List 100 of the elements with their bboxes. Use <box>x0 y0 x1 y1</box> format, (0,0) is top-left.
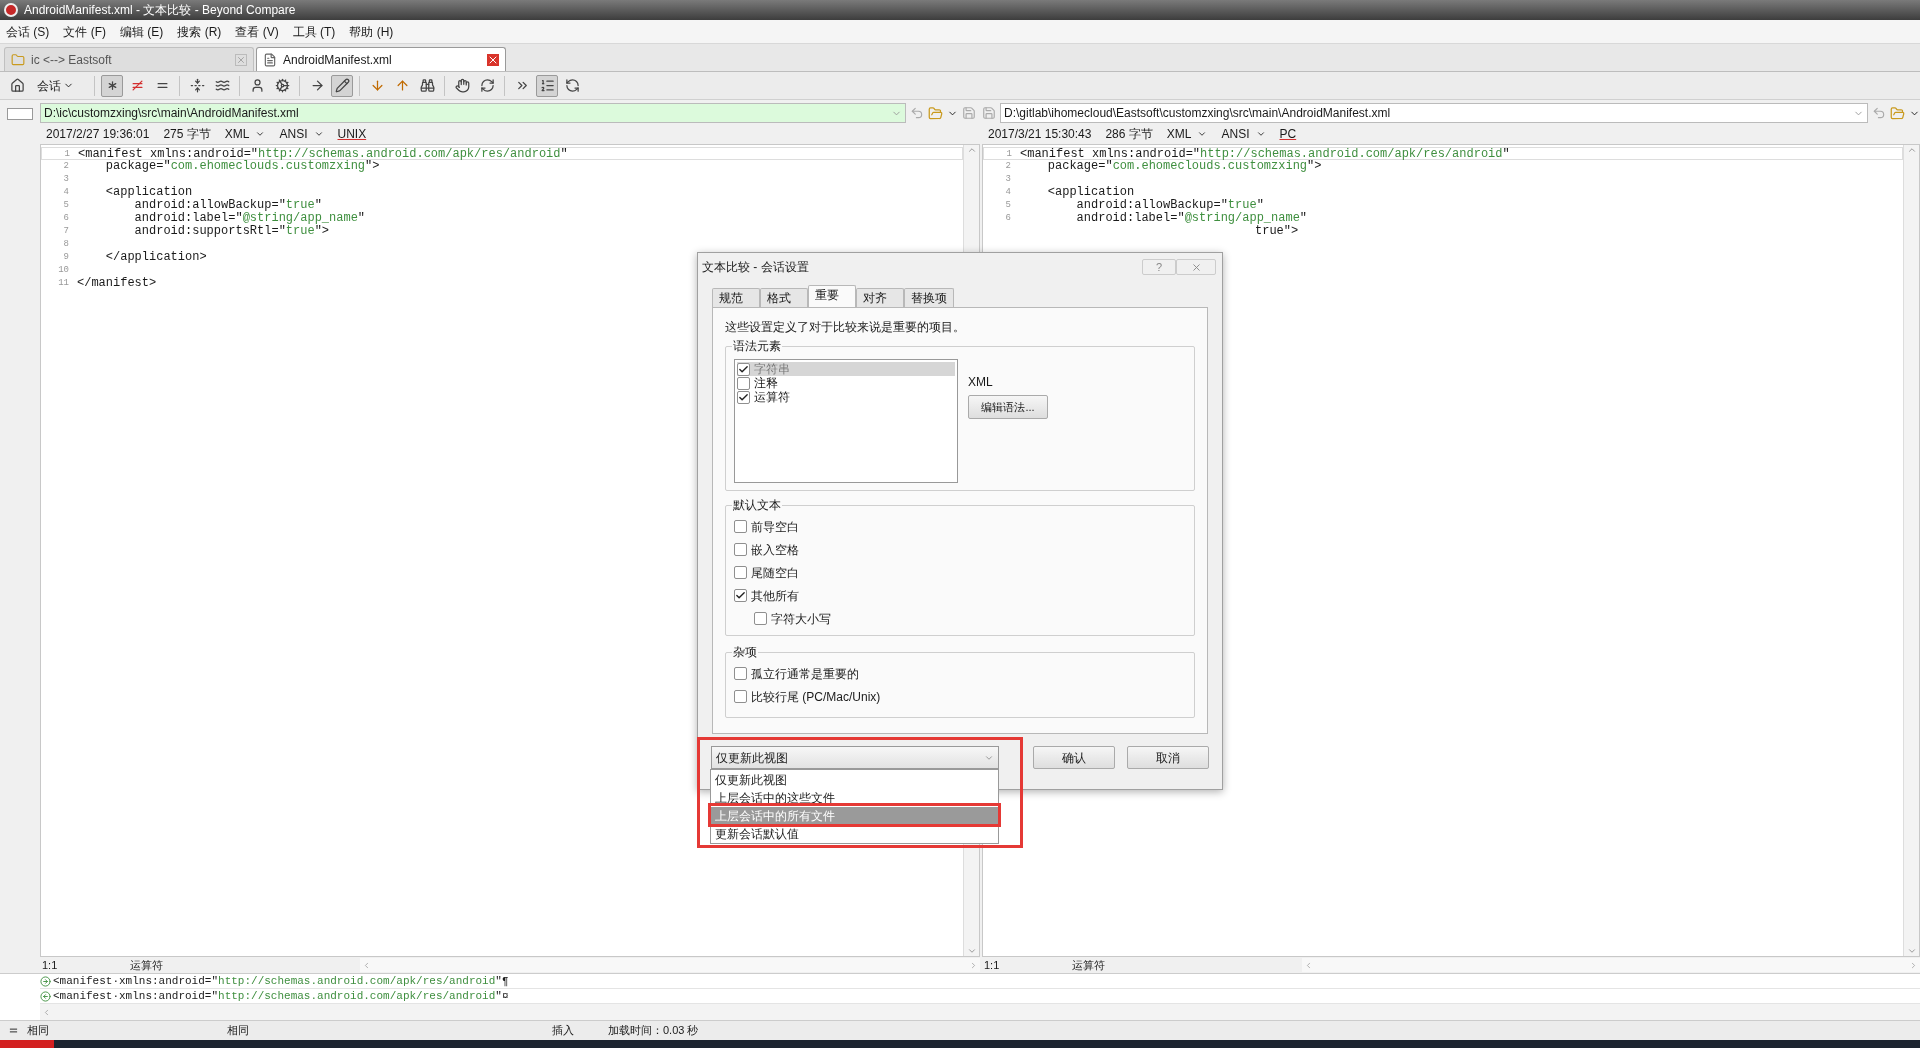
code-line: android:supportsRtl="true"> <box>133 225 330 238</box>
menu-item[interactable]: 编辑 (E) <box>120 22 164 41</box>
scroll-down-icon[interactable] <box>966 946 977 956</box>
code-line: package="com.ehomeclouds.customzxing"> <box>104 160 380 173</box>
checkbox[interactable] <box>737 362 750 376</box>
dialog-tab[interactable]: 规范 <box>712 288 760 307</box>
line-number: 4 <box>1004 186 1012 199</box>
scroll-up-icon[interactable] <box>1906 145 1917 155</box>
horizontal-scrollbar[interactable] <box>1302 958 1920 972</box>
checkbox[interactable] <box>734 690 747 703</box>
numbered-list-icon[interactable] <box>536 74 558 97</box>
pencil-icon[interactable] <box>331 74 353 97</box>
dialog-title: 文本比较 - 会话设置 <box>702 259 810 276</box>
line-number: 10 <box>57 264 70 277</box>
line-number: 8 <box>62 238 70 251</box>
horizontal-scrollbar[interactable] <box>360 958 980 972</box>
checkbox[interactable] <box>754 612 767 625</box>
document-tab[interactable]: ic <--> Eastsoft <box>4 47 254 71</box>
dialog-tab[interactable]: 格式 <box>760 288 808 307</box>
caret-icon <box>1197 129 1208 139</box>
arrow-right-icon <box>40 975 51 987</box>
path-field[interactable]: D:\gitlab\ihomecloud\Eastsoft\customzxing\src\main\AndroidManifest.xml <box>1000 103 1868 123</box>
path-field[interactable]: D:\ic\customzxing\src\main\AndroidManifest.xml <box>40 103 906 123</box>
checkbox[interactable] <box>737 390 750 404</box>
menu-item[interactable]: 搜索 (R) <box>177 22 222 41</box>
file-date: 2017/2/27 19:36:01 <box>46 126 150 143</box>
edit-grammar-button[interactable]: 编辑语法... <box>968 395 1048 419</box>
line-number: 5 <box>1004 199 1012 212</box>
scroll-right-icon[interactable] <box>969 960 978 970</box>
horizontal-scrollbar[interactable] <box>40 1004 1920 1020</box>
folder-icon[interactable] <box>1890 105 1905 121</box>
format-dropdown[interactable]: XML <box>224 125 266 143</box>
scroll-down-icon[interactable] <box>1906 946 1917 956</box>
window-title: AndroidManifest.xml - 文本比较 - Beyond Compare <box>24 2 296 19</box>
menu-item[interactable]: 文件 (F) <box>63 22 106 41</box>
vertical-scrollbar[interactable] <box>1903 145 1919 956</box>
start-button[interactable] <box>0 1040 54 1048</box>
save-icon[interactable] <box>962 106 976 120</box>
line-ending[interactable]: UNIX <box>337 125 367 143</box>
undo-icon[interactable] <box>1872 106 1886 120</box>
line-number: 6 <box>62 212 70 225</box>
session-menu-button[interactable]: 会话 <box>31 74 80 97</box>
menu-item[interactable]: 会话 (S) <box>6 22 50 41</box>
caret-icon <box>313 129 324 139</box>
status-result: 相同 <box>227 1023 250 1039</box>
checkbox[interactable] <box>737 376 750 390</box>
line-number: 7 <box>62 225 70 238</box>
dropdown-option[interactable]: 上层会话中的这些文件 <box>711 789 998 807</box>
status-result: 相同 <box>27 1023 50 1039</box>
checkbox[interactable] <box>734 520 747 533</box>
option-label: 比较行尾 (PC/Mac/Unix) <box>751 688 881 706</box>
close-icon[interactable] <box>487 53 499 66</box>
encoding-dropdown[interactable]: ANSI <box>279 125 324 143</box>
document-icon <box>263 52 277 67</box>
menu-item[interactable]: 查看 (V) <box>235 22 279 41</box>
file-date: 2017/3/21 15:30:43 <box>988 126 1092 143</box>
view-toggle-icon[interactable] <box>7 108 33 120</box>
list-item[interactable]: 运算符 <box>737 390 955 404</box>
description-text: 这些设置定义了对于比较来说是重要的项目。 <box>725 319 966 336</box>
asterisk-icon[interactable] <box>101 74 123 97</box>
document-tab[interactable]: AndroidManifest.xml <box>256 47 506 71</box>
close-icon <box>1190 261 1202 273</box>
scroll-left-icon[interactable] <box>1304 960 1313 970</box>
checkbox[interactable] <box>734 543 747 556</box>
token-type: 运算符 <box>130 957 164 973</box>
line-number: 9 <box>62 251 70 264</box>
checkbox[interactable] <box>734 667 747 680</box>
dialog-tab[interactable]: 重要 <box>808 285 856 307</box>
token-type: 运算符 <box>1072 957 1106 973</box>
code-line: </manifest> <box>77 277 157 290</box>
file-size: 275 字节 <box>163 126 211 143</box>
line-ending[interactable]: PC <box>1279 125 1297 143</box>
scroll-left-icon[interactable] <box>42 1007 51 1017</box>
folder-icon <box>11 52 25 67</box>
line-number: 6 <box>1004 212 1012 225</box>
ok-button[interactable]: 确认 <box>1033 746 1115 769</box>
scroll-left-icon[interactable] <box>362 960 371 970</box>
line-number: 5 <box>62 199 70 212</box>
code-line: android:allowBackup="true" <box>133 199 322 212</box>
dropdown-option[interactable]: 仅更新此视图 <box>711 771 998 789</box>
dropdown-option[interactable]: 更新会话默认值 <box>711 825 998 843</box>
save-icon[interactable] <box>982 106 996 120</box>
checkbox[interactable] <box>734 589 747 602</box>
menu-item[interactable]: 工具 (T) <box>292 22 336 41</box>
code-line: android:label="@string/app_name" <box>133 212 366 225</box>
undo-icon[interactable] <box>910 106 924 120</box>
line-number: 1 <box>63 148 71 159</box>
cancel-button[interactable]: 取消 <box>1127 746 1209 769</box>
dialog-tab[interactable]: 对齐 <box>856 288 904 307</box>
encoding-dropdown[interactable]: ANSI <box>1221 125 1266 143</box>
menu-item[interactable]: 帮助 (H) <box>349 22 394 41</box>
format-dropdown[interactable]: XML <box>1166 125 1208 143</box>
checkbox[interactable] <box>734 566 747 579</box>
list-item[interactable]: 注释 <box>737 376 955 390</box>
scope-dropdown[interactable]: 仅更新此视图 <box>711 746 999 769</box>
line-number: 2 <box>1004 160 1012 173</box>
scroll-up-icon[interactable] <box>966 145 977 155</box>
folder-icon[interactable] <box>928 105 943 121</box>
scroll-right-icon[interactable] <box>1909 960 1918 970</box>
dialog-tab[interactable]: 替换项 <box>904 288 954 307</box>
